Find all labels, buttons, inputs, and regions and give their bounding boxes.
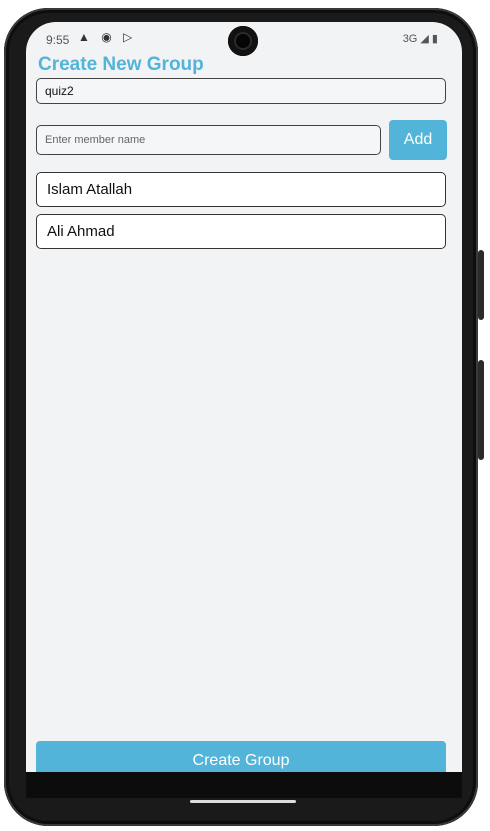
- power-button: [478, 360, 484, 460]
- status-time: 9:55: [46, 33, 70, 47]
- page-title: Create New Group: [38, 54, 204, 75]
- member-name-input[interactable]: Enter member name: [36, 125, 381, 155]
- member-list-item[interactable]: Islam Atallah: [36, 172, 446, 207]
- signal-battery-icons: 3G ◢ ▮: [402, 33, 438, 45]
- notification-icons: ▲ ◉ ▷: [78, 30, 137, 44]
- member-list-item[interactable]: Ali Ahmad: [36, 214, 446, 249]
- home-indicator[interactable]: [190, 800, 296, 803]
- volume-button: [478, 250, 484, 320]
- navigation-bar: [26, 772, 462, 798]
- add-member-button[interactable]: Add: [389, 120, 447, 160]
- camera-cutout-icon: [228, 26, 258, 56]
- group-name-input[interactable]: quiz2: [36, 78, 446, 104]
- app-screen: 9:55 ▲ ◉ ▷ 3G ◢ ▮ Create New Group quiz2…: [26, 22, 462, 796]
